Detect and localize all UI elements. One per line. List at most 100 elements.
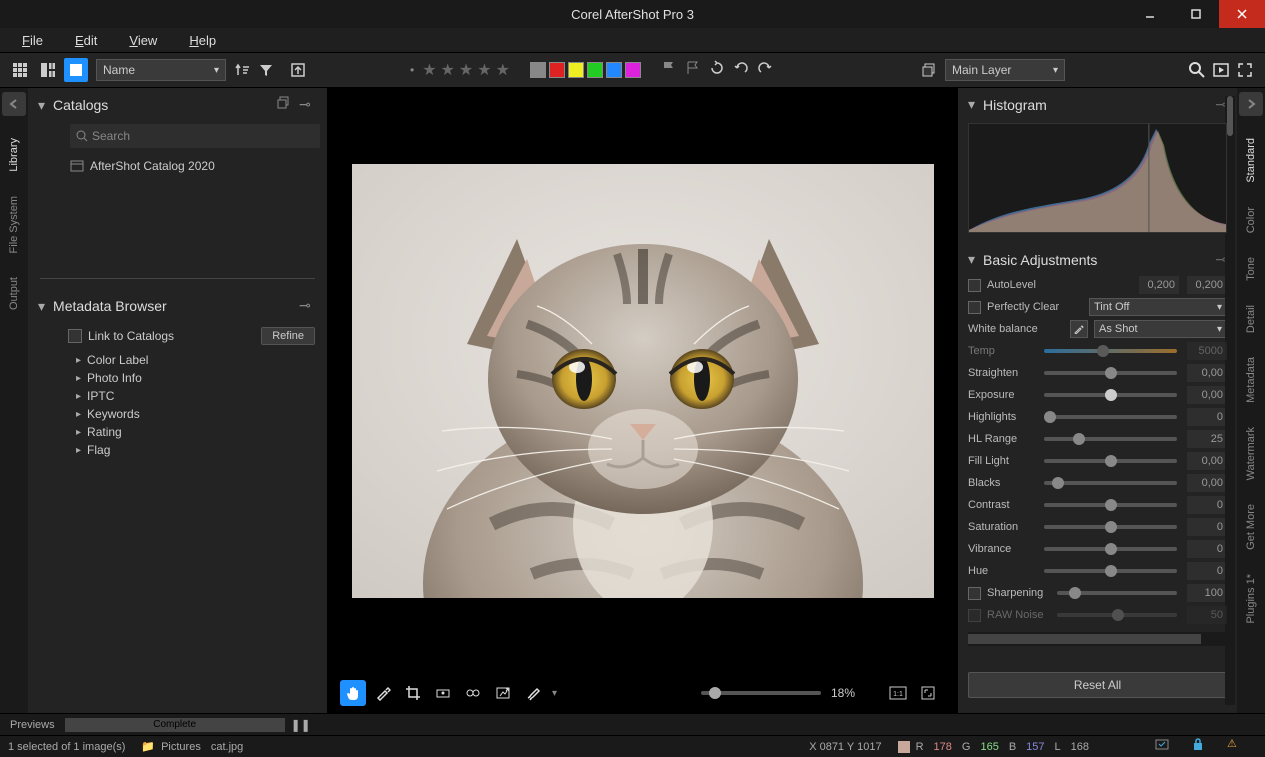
tab-output[interactable]: Output bbox=[6, 265, 22, 322]
hue-slider[interactable] bbox=[1044, 569, 1177, 573]
pin-icon[interactable]: ⊸ bbox=[299, 96, 317, 114]
pin-icon[interactable]: ⊸ bbox=[299, 297, 317, 315]
menu-edit[interactable]: Edit bbox=[61, 31, 111, 50]
star-icon[interactable]: ★ bbox=[496, 60, 510, 80]
fill-slider[interactable] bbox=[1044, 459, 1177, 463]
search-icon[interactable] bbox=[1185, 58, 1209, 82]
sort-select[interactable]: Name▾ bbox=[96, 59, 226, 81]
swatch-green[interactable] bbox=[587, 62, 603, 78]
sharpening-value[interactable] bbox=[1187, 584, 1227, 602]
zoom-slider[interactable] bbox=[701, 691, 821, 695]
tab-plugins[interactable]: Plugins 1* bbox=[1243, 562, 1259, 636]
layers-icon[interactable] bbox=[917, 58, 941, 82]
exposure-value[interactable] bbox=[1187, 386, 1227, 404]
rawnoise-slider[interactable] bbox=[1057, 613, 1177, 617]
image-viewer[interactable] bbox=[328, 88, 957, 673]
pause-icon[interactable]: ❚❚ bbox=[291, 718, 311, 732]
undo-icon[interactable] bbox=[733, 60, 753, 80]
flag-reject-icon[interactable] bbox=[685, 60, 705, 80]
tab-detail[interactable]: Detail bbox=[1243, 293, 1259, 345]
swatch-blue[interactable] bbox=[606, 62, 622, 78]
contrast-slider[interactable] bbox=[1044, 503, 1177, 507]
sharpening-checkbox[interactable] bbox=[968, 587, 981, 600]
collapse-right-icon[interactable] bbox=[1239, 92, 1263, 116]
hl-value[interactable] bbox=[1187, 408, 1227, 426]
tab-getmore[interactable]: Get More bbox=[1243, 492, 1259, 562]
catalog-item[interactable]: AfterShot Catalog 2020 bbox=[70, 156, 317, 176]
tab-metadata[interactable]: Metadata bbox=[1243, 345, 1259, 415]
swatch-magenta[interactable] bbox=[625, 62, 641, 78]
autolevel-value-2[interactable] bbox=[1187, 276, 1227, 294]
tab-file-system[interactable]: File System bbox=[6, 184, 22, 265]
meta-item[interactable]: ▸Color Label bbox=[76, 351, 315, 369]
rawnoise-checkbox[interactable] bbox=[968, 609, 981, 622]
redeye-icon[interactable] bbox=[460, 680, 486, 706]
redo-icon[interactable] bbox=[757, 60, 777, 80]
layer-select[interactable]: Main Layer▾ bbox=[945, 59, 1065, 81]
straighten-slider[interactable] bbox=[1044, 371, 1177, 375]
maximize-button[interactable] bbox=[1173, 0, 1219, 28]
close-button[interactable] bbox=[1219, 0, 1265, 28]
tab-standard[interactable]: Standard bbox=[1243, 126, 1259, 195]
fill-value[interactable] bbox=[1187, 452, 1227, 470]
metadata-header[interactable]: ▾ Metadata Browser ⊸ bbox=[28, 289, 327, 323]
pclear-checkbox[interactable] bbox=[968, 301, 981, 314]
menu-help[interactable]: Help bbox=[175, 31, 230, 50]
reset-all-button[interactable]: Reset All bbox=[968, 672, 1227, 698]
sat-slider[interactable] bbox=[1044, 525, 1177, 529]
meta-item[interactable]: ▸IPTC bbox=[76, 387, 315, 405]
hlrange-value[interactable] bbox=[1187, 430, 1227, 448]
collapse-left-icon[interactable] bbox=[2, 92, 26, 116]
straighten-icon[interactable] bbox=[430, 680, 456, 706]
menu-view[interactable]: View bbox=[115, 31, 171, 50]
fullscreen-icon[interactable] bbox=[1233, 58, 1257, 82]
hlrange-slider[interactable] bbox=[1044, 437, 1177, 441]
tab-color[interactable]: Color bbox=[1243, 195, 1259, 245]
blacks-slider[interactable] bbox=[1044, 481, 1177, 485]
meta-item[interactable]: ▸Keywords bbox=[76, 405, 315, 423]
view-single-icon[interactable] bbox=[64, 58, 88, 82]
wb-select[interactable]: As Shot▾ bbox=[1094, 320, 1227, 338]
catalogs-header[interactable]: ▾ Catalogs ⊸ bbox=[28, 88, 327, 122]
autolevel-checkbox[interactable] bbox=[968, 279, 981, 292]
brush-icon[interactable] bbox=[520, 680, 546, 706]
basic-adjustments-header[interactable]: ▾ Basic Adjustments ⊸ bbox=[968, 245, 1227, 274]
temp-slider[interactable] bbox=[1044, 349, 1177, 353]
swatch-grey[interactable] bbox=[530, 62, 546, 78]
histogram-header[interactable]: ▾ Histogram ⊸ bbox=[968, 92, 1227, 117]
rawnoise-value[interactable] bbox=[1187, 606, 1227, 624]
wb-eyedropper-icon[interactable] bbox=[1070, 320, 1088, 338]
hue-value[interactable] bbox=[1187, 562, 1227, 580]
lock-icon[interactable] bbox=[1191, 737, 1211, 757]
meta-item[interactable]: ▸Flag bbox=[76, 441, 315, 459]
blacks-value[interactable] bbox=[1187, 474, 1227, 492]
rotate-ccw-icon[interactable] bbox=[709, 60, 729, 80]
pan-tool-icon[interactable] bbox=[340, 680, 366, 706]
warning-icon[interactable]: ⚠ bbox=[1227, 737, 1247, 757]
meta-item[interactable]: ▸Rating bbox=[76, 423, 315, 441]
tint-select[interactable]: Tint Off▾ bbox=[1089, 298, 1227, 316]
sharpening-slider[interactable] bbox=[1057, 591, 1177, 595]
straighten-value[interactable] bbox=[1187, 364, 1227, 382]
star-icon[interactable]: ★ bbox=[441, 60, 455, 80]
eyedropper-icon[interactable] bbox=[370, 680, 396, 706]
sort-dir-icon[interactable] bbox=[230, 58, 254, 82]
temp-value[interactable] bbox=[1187, 342, 1227, 360]
refine-button[interactable]: Refine bbox=[261, 327, 315, 345]
exposure-slider[interactable] bbox=[1044, 393, 1177, 397]
crop-icon[interactable] bbox=[400, 680, 426, 706]
view-split-icon[interactable] bbox=[36, 58, 60, 82]
vib-slider[interactable] bbox=[1044, 547, 1177, 551]
minimize-button[interactable] bbox=[1127, 0, 1173, 28]
star-icon[interactable]: ★ bbox=[422, 60, 436, 80]
zoom-expand-icon[interactable] bbox=[915, 680, 941, 706]
zoom-fit-icon[interactable]: 1:1 bbox=[885, 680, 911, 706]
star-icon[interactable]: ★ bbox=[477, 60, 491, 80]
hl-slider[interactable] bbox=[1044, 415, 1177, 419]
sync-icon[interactable] bbox=[1155, 737, 1175, 757]
copy-icon[interactable] bbox=[277, 96, 295, 114]
tab-library[interactable]: Library bbox=[6, 126, 22, 184]
right-hscroll[interactable] bbox=[968, 632, 1227, 646]
link-checkbox[interactable] bbox=[68, 329, 82, 343]
catalog-search-input[interactable]: Search bbox=[70, 124, 320, 148]
